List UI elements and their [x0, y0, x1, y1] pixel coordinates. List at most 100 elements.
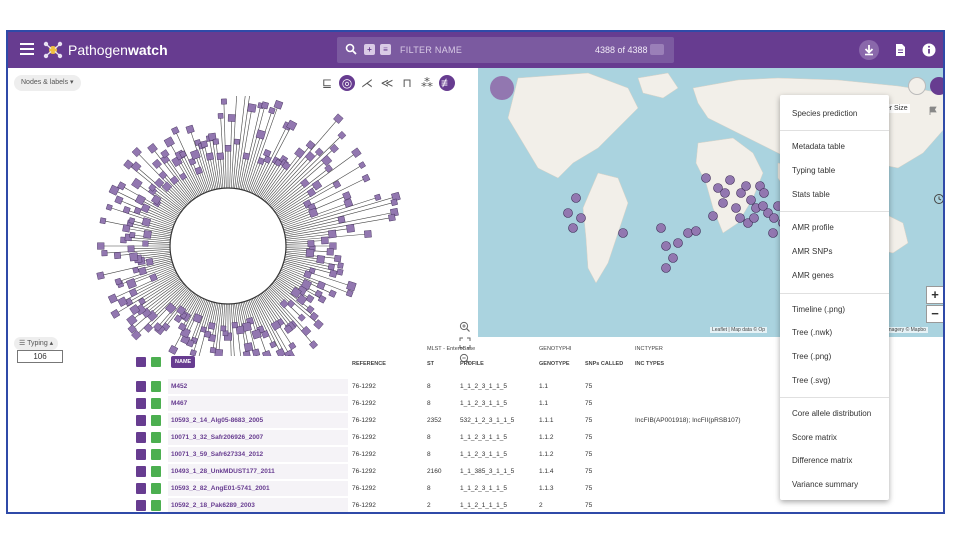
- tree-leaf-node[interactable]: [328, 289, 337, 298]
- genome-report-icon[interactable]: [136, 466, 146, 477]
- map-marker[interactable]: [618, 228, 628, 238]
- typing-toggle-button[interactable]: ☰ Typing ▴: [14, 337, 59, 350]
- tree-leaf-node[interactable]: [212, 138, 220, 145]
- map-marker[interactable]: [691, 226, 701, 236]
- tree-leaf-node[interactable]: [129, 252, 139, 262]
- tree-leaf-node[interactable]: [273, 99, 284, 110]
- tree-leaf-node[interactable]: [333, 113, 344, 124]
- menu-item[interactable]: Typing table: [792, 166, 835, 175]
- map-settings-icon[interactable]: [908, 77, 926, 95]
- tree-leaf-node[interactable]: [131, 177, 143, 190]
- tree-leaf-node[interactable]: [145, 258, 154, 266]
- tree-leaf-node[interactable]: [334, 254, 342, 263]
- tree-leaf-node[interactable]: [390, 198, 398, 207]
- download-all-icon[interactable]: [151, 357, 161, 367]
- tree-leaf-node[interactable]: [129, 231, 136, 239]
- menu-item[interactable]: AMR profile: [792, 223, 834, 232]
- tree-leaf-node[interactable]: [149, 273, 158, 282]
- table-row[interactable]: 10592_2_18_Pak6289_2003 76-1292 2 1_1_2_1_1…: [8, 498, 943, 512]
- column-header-reference[interactable]: REFERENCE: [352, 361, 386, 367]
- tree-leaf-node[interactable]: [305, 305, 315, 314]
- genome-name[interactable]: 10071_3_32_Safr206926_2007: [171, 434, 263, 441]
- map-marker[interactable]: [741, 181, 751, 191]
- map-marker[interactable]: [683, 228, 693, 238]
- download-button[interactable]: [859, 40, 879, 60]
- radial-tree-icon[interactable]: ⁂: [419, 75, 435, 91]
- tree-leaf-node[interactable]: [351, 147, 362, 158]
- genome-download-icon[interactable]: [151, 483, 161, 494]
- tree-leaf-node[interactable]: [160, 149, 170, 159]
- tree-leaf-node[interactable]: [268, 106, 276, 115]
- tree-leaf-node[interactable]: [374, 193, 382, 201]
- circular-tree-icon[interactable]: ◎: [339, 75, 355, 91]
- map-marker[interactable]: [661, 263, 671, 273]
- tree-leaf-node[interactable]: [260, 101, 269, 110]
- menu-item[interactable]: Core allele distribution: [792, 409, 871, 418]
- tree-leaf-node[interactable]: [96, 271, 105, 280]
- genome-download-icon[interactable]: [151, 500, 161, 511]
- map-marker[interactable]: [749, 213, 759, 223]
- genome-download-icon[interactable]: [151, 449, 161, 460]
- tree-leaf-node[interactable]: [263, 155, 272, 164]
- genome-name[interactable]: 10593_2_14_Alg05-8683_2005: [171, 417, 263, 424]
- tree-leaf-node[interactable]: [305, 248, 315, 258]
- tree-leaf-node[interactable]: [388, 213, 396, 222]
- menu-item[interactable]: Species prediction: [792, 109, 857, 118]
- tree-leaf-node[interactable]: [140, 203, 151, 214]
- tree-leaf-node[interactable]: [294, 147, 306, 159]
- column-header-genotype[interactable]: GENOTYPE: [539, 361, 570, 367]
- map-marker[interactable]: [769, 213, 779, 223]
- tree-leaf-node[interactable]: [234, 138, 240, 145]
- column-header-inc-types[interactable]: INC TYPES: [635, 361, 664, 367]
- tree-leaf-node[interactable]: [337, 215, 346, 224]
- flag-icon[interactable]: [928, 106, 938, 116]
- map-attribution[interactable]: Leaflet | Map data © Op: [710, 327, 768, 333]
- tree-leaf-node[interactable]: [227, 114, 236, 122]
- map-marker[interactable]: [708, 211, 718, 221]
- tree-leaf-node[interactable]: [316, 254, 325, 264]
- tree-leaf-node[interactable]: [200, 326, 207, 333]
- tree-leaf-node[interactable]: [138, 297, 146, 306]
- select-all-icon[interactable]: [136, 357, 146, 367]
- add-filter-icon[interactable]: +: [364, 44, 375, 55]
- menu-item[interactable]: Tree (.svg): [792, 376, 830, 385]
- tree-leaf-node[interactable]: [216, 152, 225, 160]
- filter-input[interactable]: FILTER NAME: [400, 45, 462, 55]
- tree-leaf-node[interactable]: [324, 164, 333, 173]
- map-zoom-in-button[interactable]: +: [926, 286, 943, 304]
- tree-leaf-node[interactable]: [171, 126, 180, 135]
- tree-leaf-node[interactable]: [122, 206, 131, 214]
- tree-leaf-node[interactable]: [313, 319, 324, 330]
- menu-icon[interactable]: [20, 43, 34, 55]
- unrooted-tree-icon[interactable]: ⋌: [359, 75, 375, 91]
- tree-leaf-node[interactable]: [346, 280, 357, 292]
- map-marker[interactable]: [720, 188, 730, 198]
- genome-download-icon[interactable]: [151, 398, 161, 409]
- tree-leaf-node[interactable]: [255, 129, 266, 140]
- genome-download-icon[interactable]: [151, 466, 161, 477]
- document-icon[interactable]: [890, 40, 910, 60]
- search-bar[interactable]: + ≡ FILTER NAME 4388 of 4388: [337, 37, 674, 63]
- tree-leaf-node[interactable]: [305, 140, 316, 150]
- map-toggle-icon[interactable]: [930, 77, 943, 95]
- list-filter-icon[interactable]: ≡: [380, 44, 391, 55]
- tree-leaf-node[interactable]: [147, 143, 158, 154]
- tree-leaf-node[interactable]: [221, 98, 227, 105]
- history-icon[interactable]: [933, 193, 945, 205]
- genome-report-icon[interactable]: [136, 381, 146, 392]
- map-marker[interactable]: [758, 201, 768, 211]
- tree-leaf-node[interactable]: [142, 240, 149, 247]
- tree-leaf-node[interactable]: [263, 149, 272, 158]
- menu-item[interactable]: Timeline (.png): [792, 305, 845, 314]
- genome-report-icon[interactable]: [136, 449, 146, 460]
- tree-leaf-node[interactable]: [101, 250, 108, 257]
- map-marker[interactable]: [661, 241, 671, 251]
- genome-report-icon[interactable]: [136, 500, 146, 511]
- genome-download-icon[interactable]: [151, 415, 161, 426]
- tree-leaf-node[interactable]: [217, 113, 224, 119]
- genome-name[interactable]: M467: [171, 400, 187, 407]
- tree-leaf-node[interactable]: [327, 229, 337, 239]
- genome-download-icon[interactable]: [151, 432, 161, 443]
- map-marker[interactable]: [576, 213, 586, 223]
- tree-leaf-node[interactable]: [247, 103, 257, 113]
